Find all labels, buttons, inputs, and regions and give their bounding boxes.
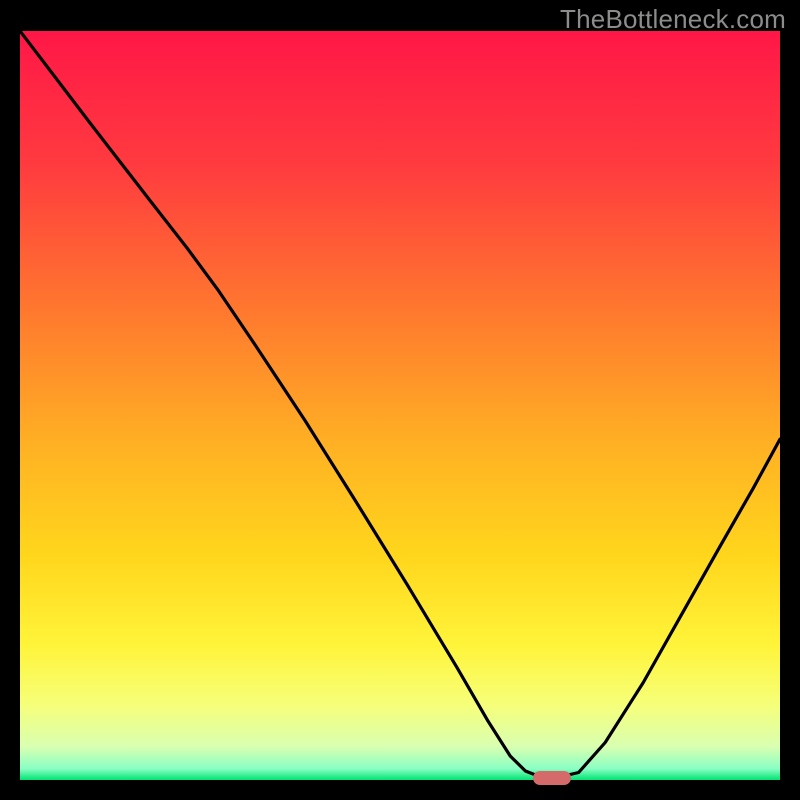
chart-canvas: TheBottleneck.com xyxy=(0,0,800,800)
plot-svg xyxy=(20,31,780,780)
gradient-rect xyxy=(20,31,780,780)
plot-area xyxy=(20,31,780,780)
optimum-marker xyxy=(533,771,571,785)
